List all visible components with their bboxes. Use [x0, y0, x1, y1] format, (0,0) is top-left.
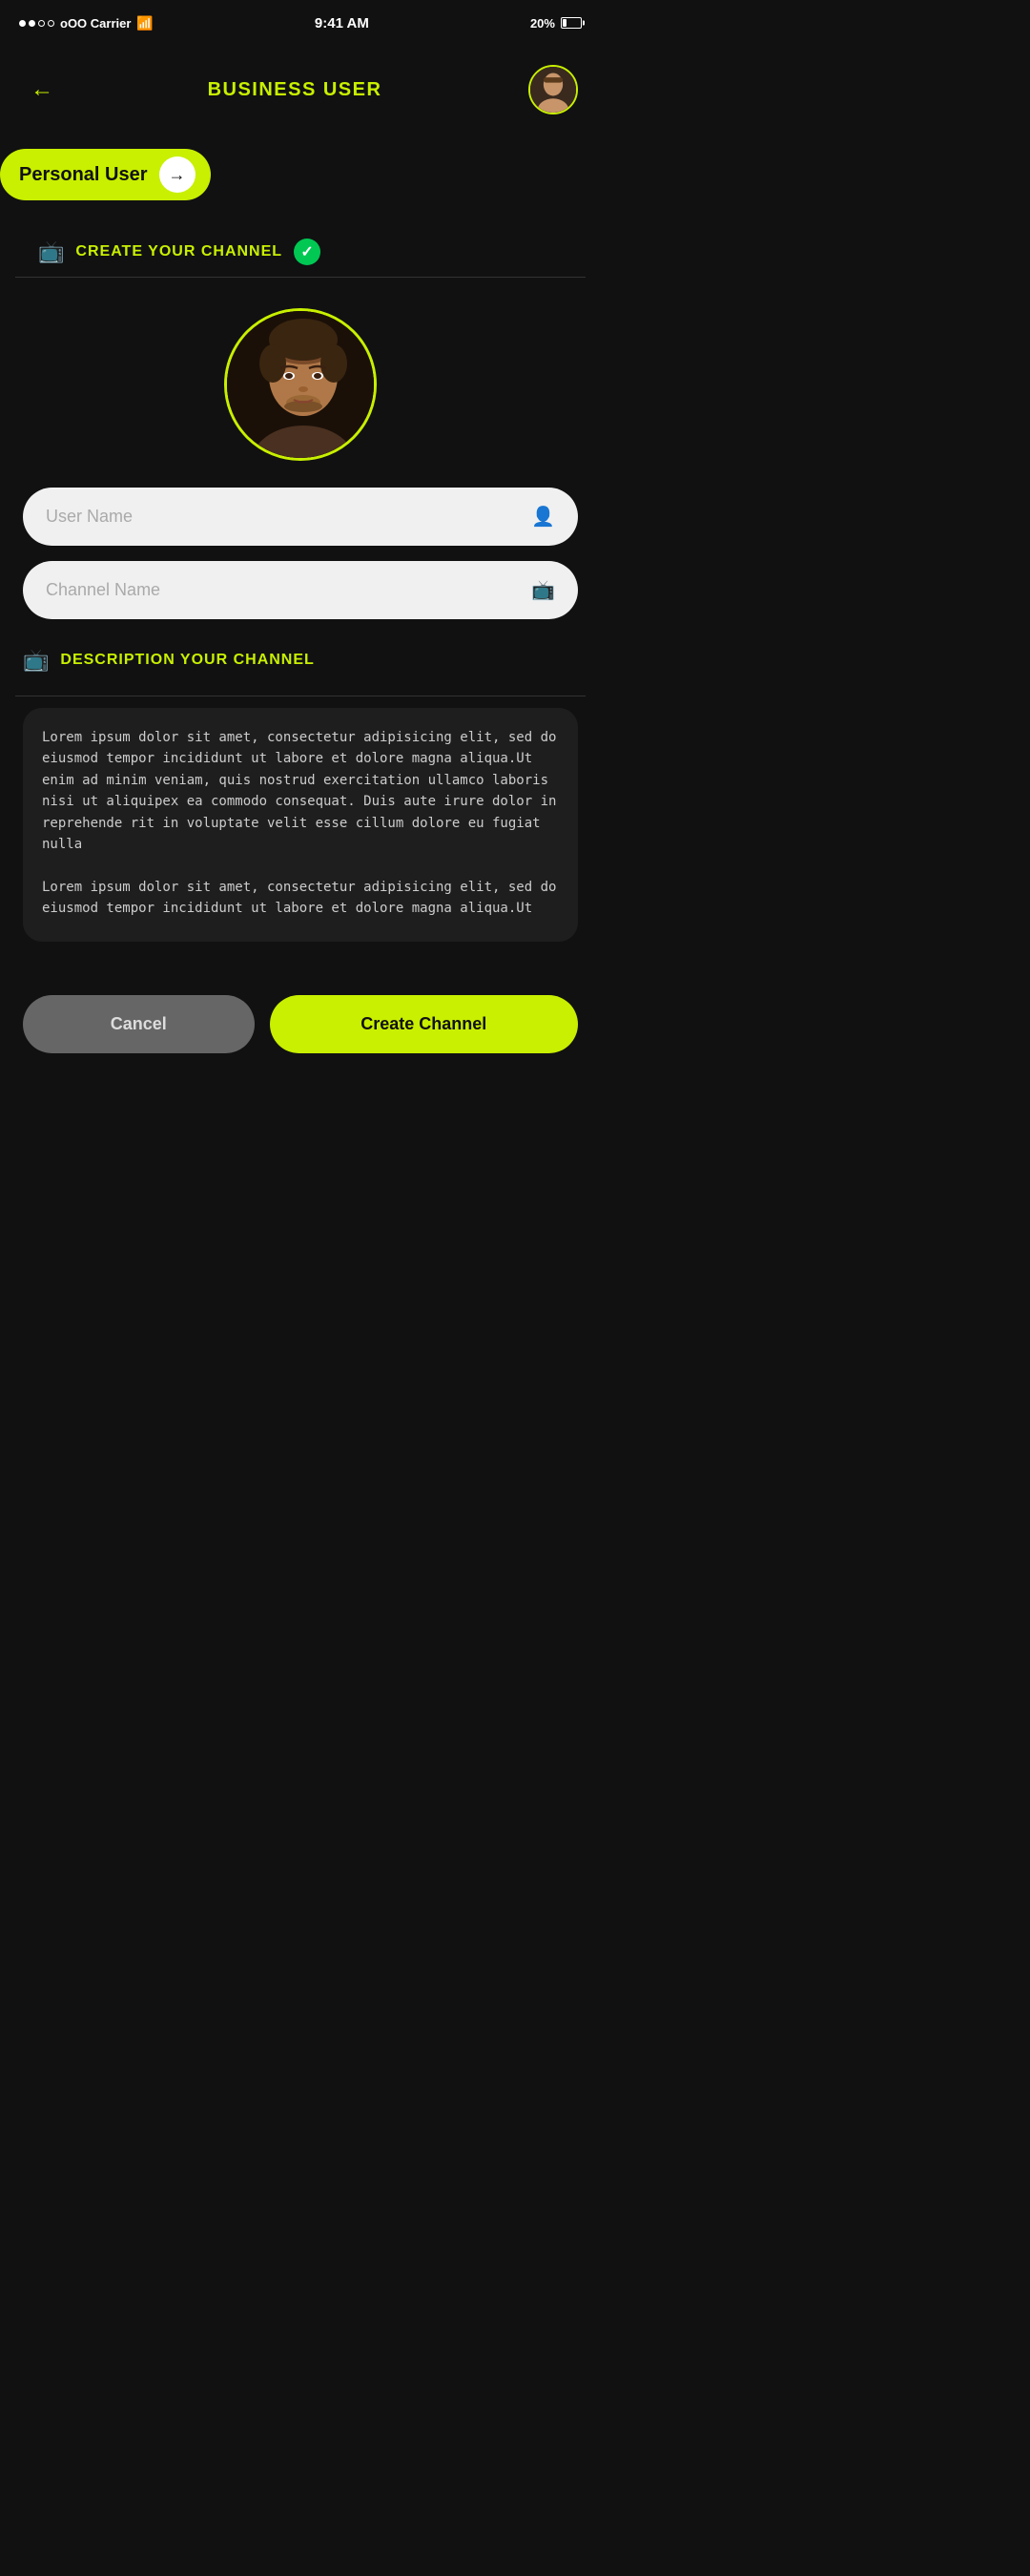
username-input[interactable] — [46, 507, 531, 527]
create-channel-button[interactable]: Create Channel — [270, 995, 579, 1053]
signal-dot-3 — [38, 20, 45, 27]
description-section-header: 📺 DESCRIPTION YOUR CHANNEL — [15, 638, 586, 696]
back-button[interactable]: ← — [23, 73, 61, 107]
description-tv-icon: 📺 — [23, 648, 49, 673]
battery-body — [561, 17, 582, 29]
input-fields-section: 👤 📺 — [0, 488, 601, 619]
battery-percentage: 20% — [530, 16, 555, 31]
channel-icon: 📺 — [531, 578, 555, 602]
check-icon: ✓ — [300, 242, 313, 261]
create-channel-check: ✓ — [294, 239, 320, 265]
description-textarea-container[interactable] — [23, 708, 578, 942]
header: ← BUSINESS USER — [0, 50, 601, 130]
signal-dot-2 — [29, 20, 35, 27]
description-textarea[interactable] — [42, 727, 559, 918]
status-bar: oOO Carrier 📶 9:41 AM 20% — [0, 0, 601, 42]
signal-icon — [19, 20, 54, 27]
signal-dot-4 — [48, 20, 54, 27]
avatar-svg — [530, 65, 576, 114]
username-field-container[interactable]: 👤 — [23, 488, 578, 546]
profile-large-avatar[interactable] — [224, 308, 377, 461]
user-icon: 👤 — [531, 505, 555, 529]
carrier-label: oOO Carrier — [60, 16, 131, 31]
header-avatar[interactable] — [528, 65, 578, 114]
bottom-buttons: Cancel Create Channel — [0, 965, 601, 1091]
page-title: BUSINESS USER — [208, 79, 382, 101]
toggle-arrow-icon: → — [159, 156, 196, 193]
toggle-label: Personal User — [19, 164, 148, 186]
cancel-button[interactable]: Cancel — [23, 995, 255, 1053]
create-channel-tv-icon: 📺 — [38, 239, 64, 264]
signal-dot-1 — [19, 20, 26, 27]
profile-large-container — [0, 278, 601, 488]
status-time: 9:41 AM — [315, 15, 369, 31]
create-channel-section-header: 📺 CREATE YOUR CHANNEL ✓ — [15, 219, 586, 278]
personal-user-toggle[interactable]: Personal User → — [0, 149, 211, 200]
profile-large-svg — [227, 311, 377, 461]
wifi-icon: 📶 — [136, 15, 153, 31]
battery-fill — [563, 19, 566, 27]
status-right: 20% — [530, 16, 582, 31]
toggle-container: Personal User → — [0, 149, 601, 200]
description-title: DESCRIPTION YOUR CHANNEL — [60, 652, 314, 669]
battery-icon — [561, 17, 582, 29]
status-left: oOO Carrier 📶 — [19, 15, 154, 31]
avatar-image — [530, 67, 576, 113]
channelname-field-container[interactable]: 📺 — [23, 561, 578, 619]
channelname-input[interactable] — [46, 580, 531, 600]
create-channel-title: CREATE YOUR CHANNEL — [75, 243, 282, 260]
